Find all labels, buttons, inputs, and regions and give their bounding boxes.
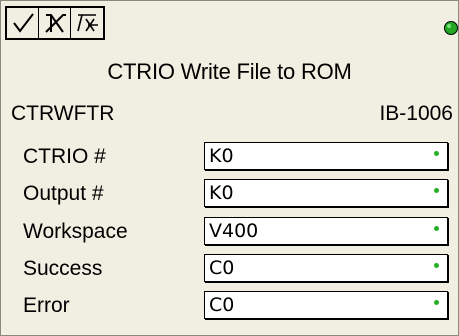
toolbar-button-group — [5, 6, 105, 40]
ctrwftr-dialog: CTRIO Write File to ROM CTRWFTR IB-1006 … — [0, 0, 459, 336]
ctrio-number-label: CTRIO # — [23, 145, 106, 168]
valid-dot-icon — [434, 226, 439, 231]
ctrio-number-value: K0 — [209, 145, 234, 167]
dialog-title: CTRIO Write File to ROM — [107, 59, 352, 84]
x-icon — [44, 14, 66, 33]
toolbar — [1, 1, 458, 51]
valid-dot-icon — [434, 300, 439, 305]
workspace-value: V400 — [209, 220, 259, 242]
success-label: Success — [23, 257, 103, 280]
check-icon — [12, 13, 34, 33]
status-indicator-icon — [444, 21, 458, 35]
workspace-label: Workspace — [23, 220, 128, 243]
error-field[interactable]: C0 — [204, 291, 448, 319]
valid-dot-icon — [434, 188, 439, 193]
output-number-field[interactable]: K0 — [204, 179, 448, 207]
cancel-button[interactable] — [39, 8, 71, 38]
error-value: C0 — [209, 294, 235, 316]
accept-button[interactable] — [7, 8, 39, 38]
success-value: C0 — [209, 257, 235, 279]
error-label: Error — [23, 294, 70, 317]
help-button[interactable] — [71, 8, 103, 38]
valid-dot-icon — [434, 263, 439, 268]
valid-dot-icon — [434, 151, 439, 156]
success-field[interactable]: C0 — [204, 254, 448, 282]
output-number-label: Output # — [23, 182, 104, 205]
instruction-mnemonic: CTRWFTR — [11, 102, 115, 125]
output-number-value: K0 — [209, 182, 234, 204]
ib-number: IB-1006 — [379, 102, 453, 125]
help-icon — [77, 14, 98, 32]
workspace-field[interactable]: V400 — [204, 217, 448, 245]
ctrio-number-field[interactable]: K0 — [204, 142, 448, 170]
